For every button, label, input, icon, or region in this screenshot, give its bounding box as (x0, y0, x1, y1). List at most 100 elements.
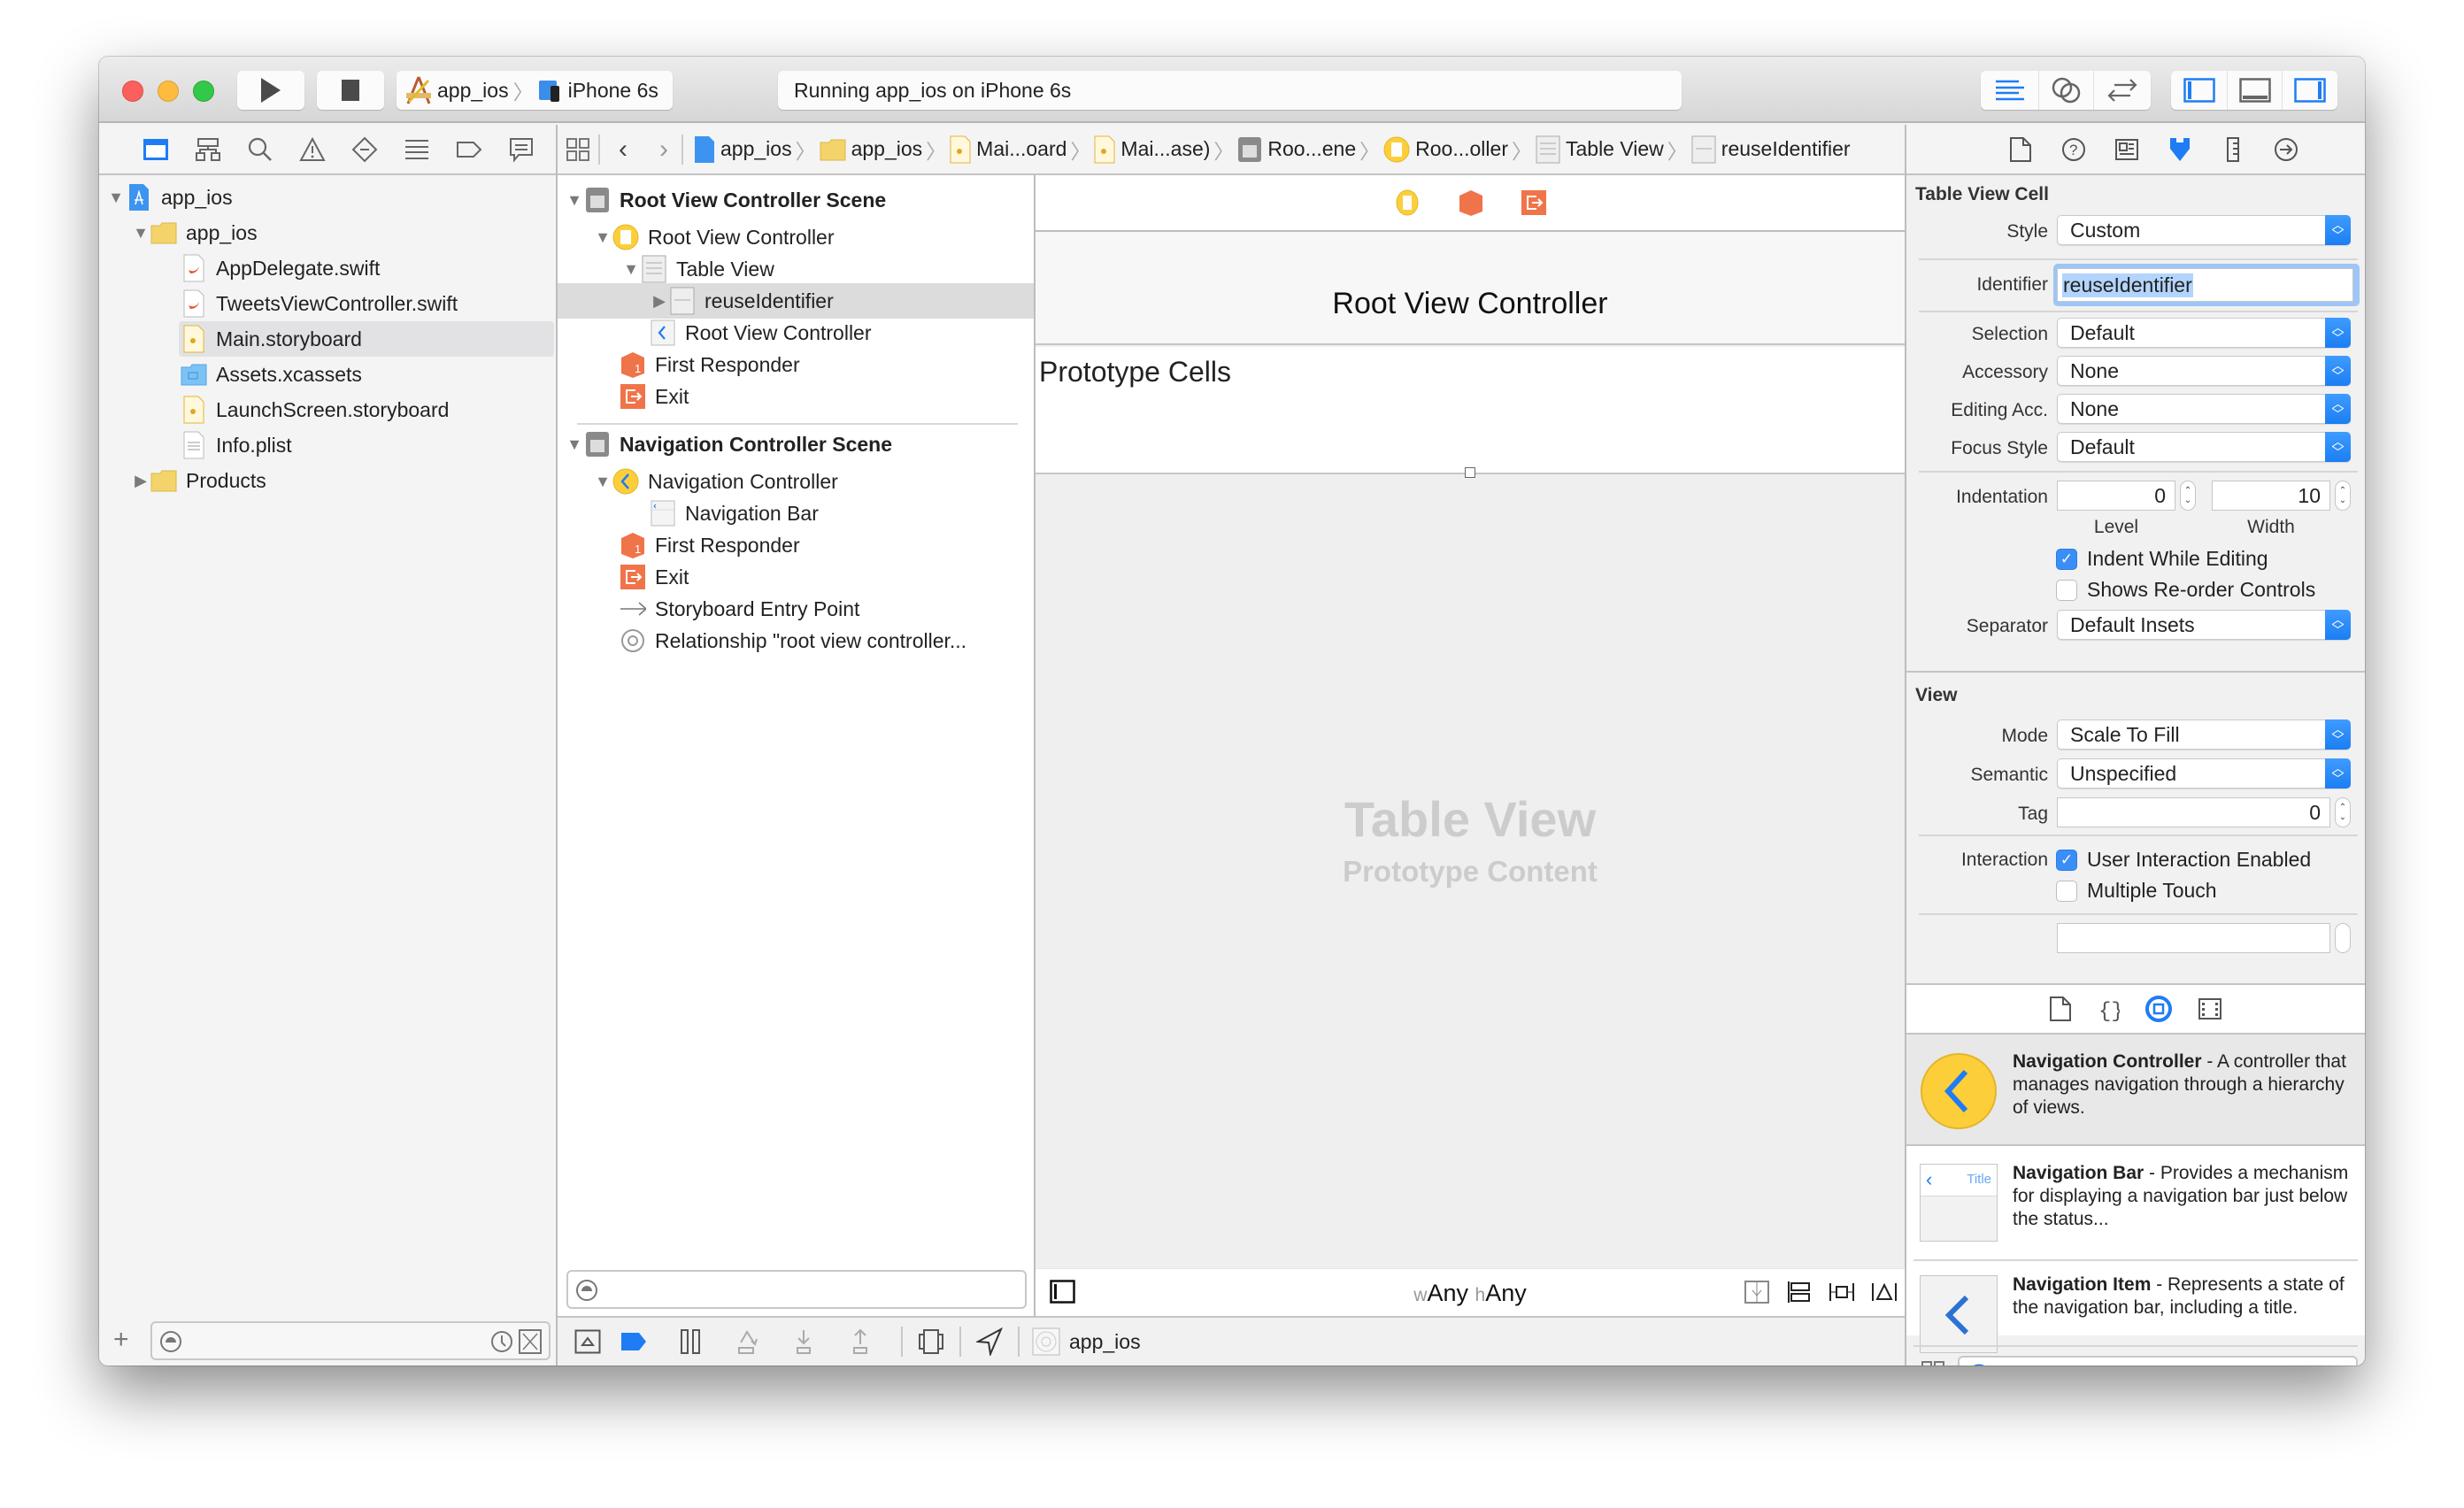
pause-button[interactable] (662, 1328, 719, 1355)
disclosure-expanded-icon[interactable]: ▼ (593, 227, 612, 247)
first-responder-icon[interactable] (1458, 188, 1484, 217)
mode-popup[interactable]: Scale To Fill ︿ ﹀ (2057, 719, 2351, 750)
outline-item-first-responder[interactable]: 1 First Responder (620, 527, 800, 563)
jumpbar-crumb-cell[interactable]: reuseIdentifier (1691, 135, 1851, 164)
grid-view-toggle-icon[interactable] (1921, 1360, 1945, 1366)
pin-icon[interactable] (1829, 1280, 1855, 1304)
outline-item-table-view[interactable]: ▼ Table View (621, 251, 774, 287)
code-snippet-library-tab[interactable]: {} (2097, 996, 2120, 1022)
disclosure-expanded-icon[interactable]: ▼ (621, 259, 641, 279)
standard-editor-button[interactable] (1981, 71, 2039, 110)
selection-popup[interactable]: Default ︿ ﹀ (2057, 318, 2351, 348)
toggle-navigator-button[interactable] (2171, 71, 2228, 110)
disclosure-expanded-icon[interactable]: ▼ (106, 188, 126, 207)
indentation-width-stepper[interactable]: ⌃ ⌄ (2335, 481, 2351, 511)
disclosure-expanded-icon[interactable]: ▼ (593, 472, 612, 491)
prototype-cell[interactable]: Prototype Cells (1036, 347, 1905, 478)
identity-inspector-tab[interactable] (2100, 138, 2153, 161)
toggle-utilities-button[interactable] (2283, 71, 2337, 110)
issue-navigator-tab[interactable] (286, 136, 338, 162)
tag-field[interactable]: 0 (2057, 797, 2330, 827)
outline-item-navigation-bar[interactable]: Navigation Bar (650, 496, 819, 531)
nav-item-assets[interactable]: Assets.xcassets (181, 357, 362, 392)
minimize-window-button[interactable] (158, 81, 179, 102)
partially-visible-stepper[interactable] (2335, 923, 2351, 953)
outline-item-relationship[interactable]: Relationship "root view controller... (620, 623, 966, 658)
stop-button[interactable] (317, 71, 384, 110)
jumpbar-crumb-scene[interactable]: Roo...ene (1237, 136, 1356, 163)
step-over-button[interactable] (719, 1328, 775, 1355)
outline-item-storyboard-entry-point[interactable]: Storyboard Entry Point (620, 591, 859, 627)
disclosure-expanded-icon[interactable]: ▼ (565, 435, 584, 454)
symbol-navigator-tab[interactable] (181, 137, 234, 162)
identifier-field[interactable]: reuseIdentifier (2057, 268, 2353, 302)
outline-item-navigation-controller[interactable]: ▼ Navigation Controller (593, 464, 838, 499)
outline-item-navigation-item[interactable]: Root View Controller (650, 315, 872, 350)
outline-filter-field[interactable] (566, 1270, 1027, 1309)
object-library-tab[interactable] (2144, 995, 2173, 1023)
run-button[interactable] (237, 71, 304, 110)
file-inspector-tab[interactable] (1994, 136, 2047, 163)
shows-reorder-checkbox[interactable] (2056, 580, 2077, 601)
forward-button[interactable]: › (646, 135, 681, 165)
outline-scene-navigation-controller[interactable]: ▼ Navigation Controller Scene (565, 427, 892, 462)
breakpoint-navigator-tab[interactable] (443, 140, 495, 159)
report-navigator-tab[interactable] (495, 136, 547, 163)
scheme-selector[interactable]: app_ios 〉 iPhone 6s (397, 71, 673, 110)
nav-item-appdelegate[interactable]: AppDelegate.swift (181, 250, 380, 286)
debug-navigator-tab[interactable] (390, 138, 443, 161)
library-item-navigation-controller[interactable]: Navigation Controller - A controller tha… (1906, 1035, 2365, 1146)
assistant-editor-button[interactable] (2039, 71, 2094, 110)
indentation-level-field[interactable]: 0 (2057, 481, 2175, 511)
jumpbar-crumb-view-controller[interactable]: Roo...oller (1383, 135, 1508, 164)
style-popup[interactable]: Custom ︿ ﹀ (2057, 215, 2351, 245)
navigator-filter-field[interactable] (150, 1321, 551, 1360)
resolve-auto-layout-icon[interactable] (1871, 1280, 1898, 1304)
jumpbar-crumb-storyboard[interactable]: Mai...oard (950, 135, 1066, 164)
related-items-button[interactable] (558, 137, 598, 162)
find-navigator-tab[interactable] (234, 136, 286, 163)
multiple-touch-checkbox[interactable] (2056, 881, 2077, 902)
storyboard-canvas[interactable]: Root View Controller Prototype Cells Tab… (1036, 175, 1905, 1316)
add-file-button[interactable]: + (113, 1325, 129, 1355)
source-control-filter-icon[interactable] (519, 1329, 542, 1354)
editing-acc-popup[interactable]: None ︿ ﹀ (2057, 394, 2351, 424)
disclosure-collapsed-icon[interactable]: ▶ (131, 471, 150, 490)
project-navigator-tab[interactable] (129, 137, 181, 162)
step-out-button[interactable] (832, 1328, 889, 1355)
indentation-level-stepper[interactable]: ⌃ ⌄ (2180, 481, 2196, 511)
media-library-tab[interactable] (2198, 997, 2222, 1020)
jumpbar-crumb-storyboard-base[interactable]: Mai...ase) (1094, 135, 1210, 164)
nav-item-main-storyboard[interactable]: Main.storyboard (179, 321, 554, 357)
outline-item-first-responder[interactable]: 1 First Responder (620, 347, 800, 382)
library-item-navigation-item[interactable]: Navigation Item - Represents a state of … (1906, 1258, 2365, 1366)
nav-item-products[interactable]: ▶ Products (131, 463, 266, 498)
view-controller-icon[interactable] (1394, 188, 1421, 217)
hide-debug-area-button[interactable] (570, 1329, 605, 1354)
nav-item-info-plist[interactable]: Info.plist (181, 427, 292, 463)
navigation-bar[interactable]: Root View Controller (1036, 232, 1905, 345)
size-inspector-tab[interactable] (2206, 136, 2260, 163)
outline-scene-root-view-controller[interactable]: ▼ Root View Controller Scene (565, 182, 886, 218)
disclosure-expanded-icon[interactable]: ▼ (565, 190, 584, 210)
file-template-library-tab[interactable] (2049, 996, 2072, 1022)
version-editor-button[interactable] (2094, 71, 2151, 110)
back-button[interactable]: ‹ (600, 135, 646, 165)
semantic-popup[interactable]: Unspecified ︿ ﹀ (2057, 758, 2351, 789)
outline-item-exit[interactable]: Exit (620, 379, 689, 414)
disclosure-collapsed-icon[interactable]: ▶ (650, 291, 669, 311)
separator-popup[interactable]: Default Insets ︿ ﹀ (2057, 610, 2351, 640)
nav-item-project[interactable]: ▼ app_ios (106, 180, 233, 215)
recent-files-icon[interactable] (490, 1330, 513, 1353)
embed-in-stack-icon[interactable] (1744, 1280, 1770, 1304)
resize-handle[interactable] (1465, 467, 1475, 478)
nav-item-tweetsviewcontroller[interactable]: TweetsViewController.swift (181, 286, 458, 321)
nav-item-launchscreen[interactable]: LaunchScreen.storyboard (181, 392, 449, 427)
jumpbar-crumb-table-view[interactable]: Table View (1536, 135, 1664, 164)
focus-style-popup[interactable]: Default ︿ ﹀ (2057, 432, 2351, 462)
user-interaction-checkbox[interactable]: ✓ (2056, 850, 2077, 871)
disclosure-expanded-icon[interactable]: ▼ (131, 223, 150, 242)
toggle-debug-area-button[interactable] (2228, 71, 2283, 110)
jumpbar-crumb-folder[interactable]: app_ios (820, 137, 922, 161)
test-navigator-tab[interactable] (338, 136, 390, 163)
